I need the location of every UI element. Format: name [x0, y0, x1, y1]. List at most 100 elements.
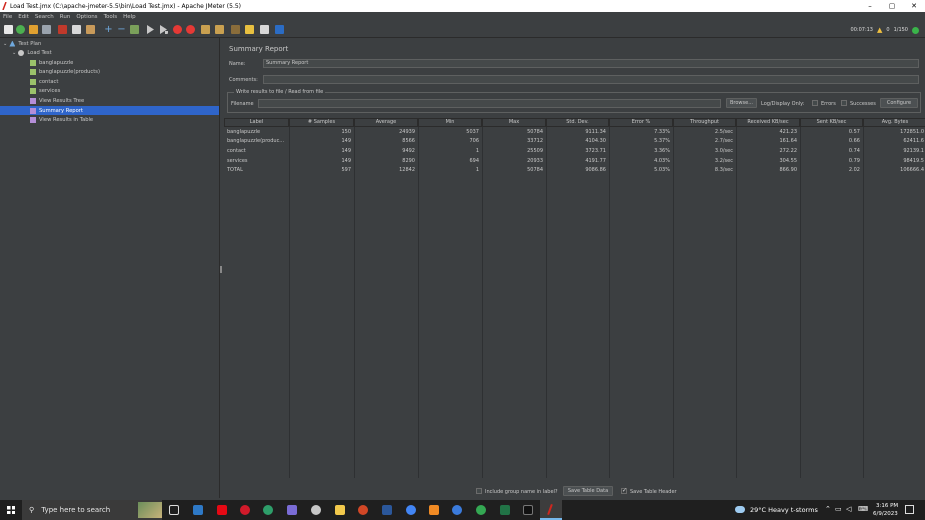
warning-icon[interactable]: ▲	[877, 26, 882, 34]
menu-run[interactable]: Run	[60, 14, 71, 20]
column-header[interactable]: Std. Dev.	[546, 118, 609, 127]
maximize-button[interactable]: ▢	[881, 2, 903, 10]
photos-icon[interactable]	[311, 505, 321, 515]
clock-time[interactable]: 3:16 PM	[876, 503, 898, 509]
table-cell[interactable]: 92139.1	[866, 147, 924, 157]
table-cell[interactable]: 9492	[357, 147, 415, 157]
column-header[interactable]: # Samples	[289, 118, 354, 127]
name-field[interactable]: Summary Report	[263, 59, 919, 68]
expand-icon[interactable]: +	[104, 25, 113, 35]
table-cell[interactable]: 9086.86	[549, 166, 606, 176]
column-header[interactable]: Error %	[609, 118, 673, 127]
clear-icon[interactable]	[201, 25, 210, 34]
column-header[interactable]: Throughput	[673, 118, 736, 127]
comments-field[interactable]	[263, 75, 919, 84]
table-cell[interactable]: 4104.30	[549, 137, 606, 147]
start-icon[interactable]	[146, 25, 155, 34]
table-cell[interactable]: 3.0/sec	[676, 147, 733, 157]
table-cell[interactable]: 304.55	[739, 157, 798, 167]
table-cell[interactable]: 50784	[485, 128, 543, 138]
collapse-icon[interactable]: −	[117, 25, 126, 35]
save-table-data-button[interactable]: Save Table Data	[563, 486, 613, 496]
column-header[interactable]: Received KB/sec	[736, 118, 800, 127]
help-icon[interactable]	[275, 25, 284, 34]
toggle-icon[interactable]	[130, 25, 139, 34]
menu-options[interactable]: Options	[76, 14, 97, 20]
table-row-label[interactable]: contact	[227, 147, 286, 157]
table-cell[interactable]: 2.02	[803, 166, 860, 176]
save-header-checkbox[interactable]: ✓	[621, 487, 627, 494]
table-cell[interactable]: 4191.77	[549, 157, 606, 167]
table-cell[interactable]: 149	[292, 137, 351, 147]
menu-help[interactable]: Help	[123, 14, 136, 20]
tree-node-view-results-in-table[interactable]: View Results in Table	[30, 116, 93, 125]
table-row-label[interactable]: services	[227, 157, 286, 167]
successes-checkbox[interactable]	[841, 100, 847, 106]
table-cell[interactable]: 2.7/sec	[676, 137, 733, 147]
table-cell[interactable]: 24939	[357, 128, 415, 138]
table-cell[interactable]: 50784	[485, 166, 543, 176]
opera-icon[interactable]	[240, 505, 250, 515]
table-row-label[interactable]: banglapuzzle	[227, 128, 286, 138]
table-cell[interactable]: 62411.6	[866, 137, 924, 147]
table-cell[interactable]: 0.66	[803, 137, 860, 147]
table-cell[interactable]: 98419.5	[866, 157, 924, 167]
menu-tools[interactable]: Tools	[104, 14, 118, 20]
vlc-icon[interactable]	[429, 505, 439, 515]
table-cell[interactable]: 5037	[421, 128, 479, 138]
clear-all-icon[interactable]	[215, 25, 224, 34]
clock-date[interactable]: 6/9/2023	[873, 511, 898, 517]
table-cell[interactable]: 172851.0	[866, 128, 924, 138]
table-cell[interactable]: 597	[292, 166, 351, 176]
save-icon[interactable]	[42, 25, 51, 34]
copy-icon[interactable]	[72, 25, 81, 34]
cut-icon[interactable]	[58, 25, 67, 34]
table-cell[interactable]: 3.36%	[612, 147, 670, 157]
filename-field[interactable]	[258, 99, 721, 108]
browser-icon[interactable]	[452, 505, 462, 515]
windows-start-icon[interactable]	[7, 506, 15, 514]
show-hidden-icons-icon[interactable]: ⌃	[825, 505, 831, 513]
templates-icon[interactable]	[16, 25, 25, 34]
table-cell[interactable]: 149	[292, 147, 351, 157]
table-cell[interactable]: 3723.71	[549, 147, 606, 157]
table-cell[interactable]: 1	[421, 166, 479, 176]
table-cell[interactable]: 149	[292, 157, 351, 167]
tree-node-summary-report[interactable]: Summary Report	[0, 106, 219, 115]
mail-icon[interactable]	[193, 505, 203, 515]
divider-grip-icon[interactable]	[220, 266, 222, 273]
file-explorer-icon[interactable]	[335, 505, 345, 515]
collapse-arrow-icon[interactable]: ⌄	[3, 41, 7, 47]
tree-node-banglapuzzle-products[interactable]: banglapuzzle(products)	[30, 68, 100, 77]
jmeter-taskbar-icon[interactable]	[540, 500, 562, 520]
table-cell[interactable]: 4.03%	[612, 157, 670, 167]
column-header[interactable]: Average	[354, 118, 418, 127]
collapse-arrow-icon[interactable]: ⌄	[12, 50, 16, 56]
chrome-icon[interactable]	[406, 505, 416, 515]
table-cell[interactable]: 694	[421, 157, 479, 167]
search-icon[interactable]	[231, 25, 240, 34]
table-cell[interactable]: 8566	[357, 137, 415, 147]
start-no-pauses-icon[interactable]	[159, 25, 168, 34]
shutdown-icon[interactable]	[186, 25, 195, 34]
table-cell[interactable]: 0.74	[803, 147, 860, 157]
network-icon[interactable]: ▭	[835, 505, 842, 513]
table-cell[interactable]: 12842	[357, 166, 415, 176]
new-icon[interactable]	[4, 25, 13, 34]
table-cell[interactable]: 421.23	[739, 128, 798, 138]
table-cell[interactable]: 1	[421, 147, 479, 157]
powerpoint-icon[interactable]	[358, 505, 368, 515]
table-cell[interactable]: 272.22	[739, 147, 798, 157]
word-icon[interactable]	[382, 505, 392, 515]
column-header[interactable]: Sent KB/sec	[800, 118, 863, 127]
tree-node-contact[interactable]: contact	[30, 77, 58, 86]
table-cell[interactable]: 0.57	[803, 128, 860, 138]
weather-text[interactable]: 29°C Heavy t-storms	[750, 506, 818, 514]
table-row-label[interactable]: banglapuzzle(produc...	[227, 137, 286, 147]
function-helper-icon[interactable]	[260, 25, 269, 34]
table-cell[interactable]: 7.33%	[612, 128, 670, 138]
tree-node-view-results-tree[interactable]: View Results Tree	[30, 96, 84, 105]
paste-icon[interactable]	[86, 25, 95, 34]
table-cell[interactable]: 5.37%	[612, 137, 670, 147]
table-cell[interactable]: 706	[421, 137, 479, 147]
